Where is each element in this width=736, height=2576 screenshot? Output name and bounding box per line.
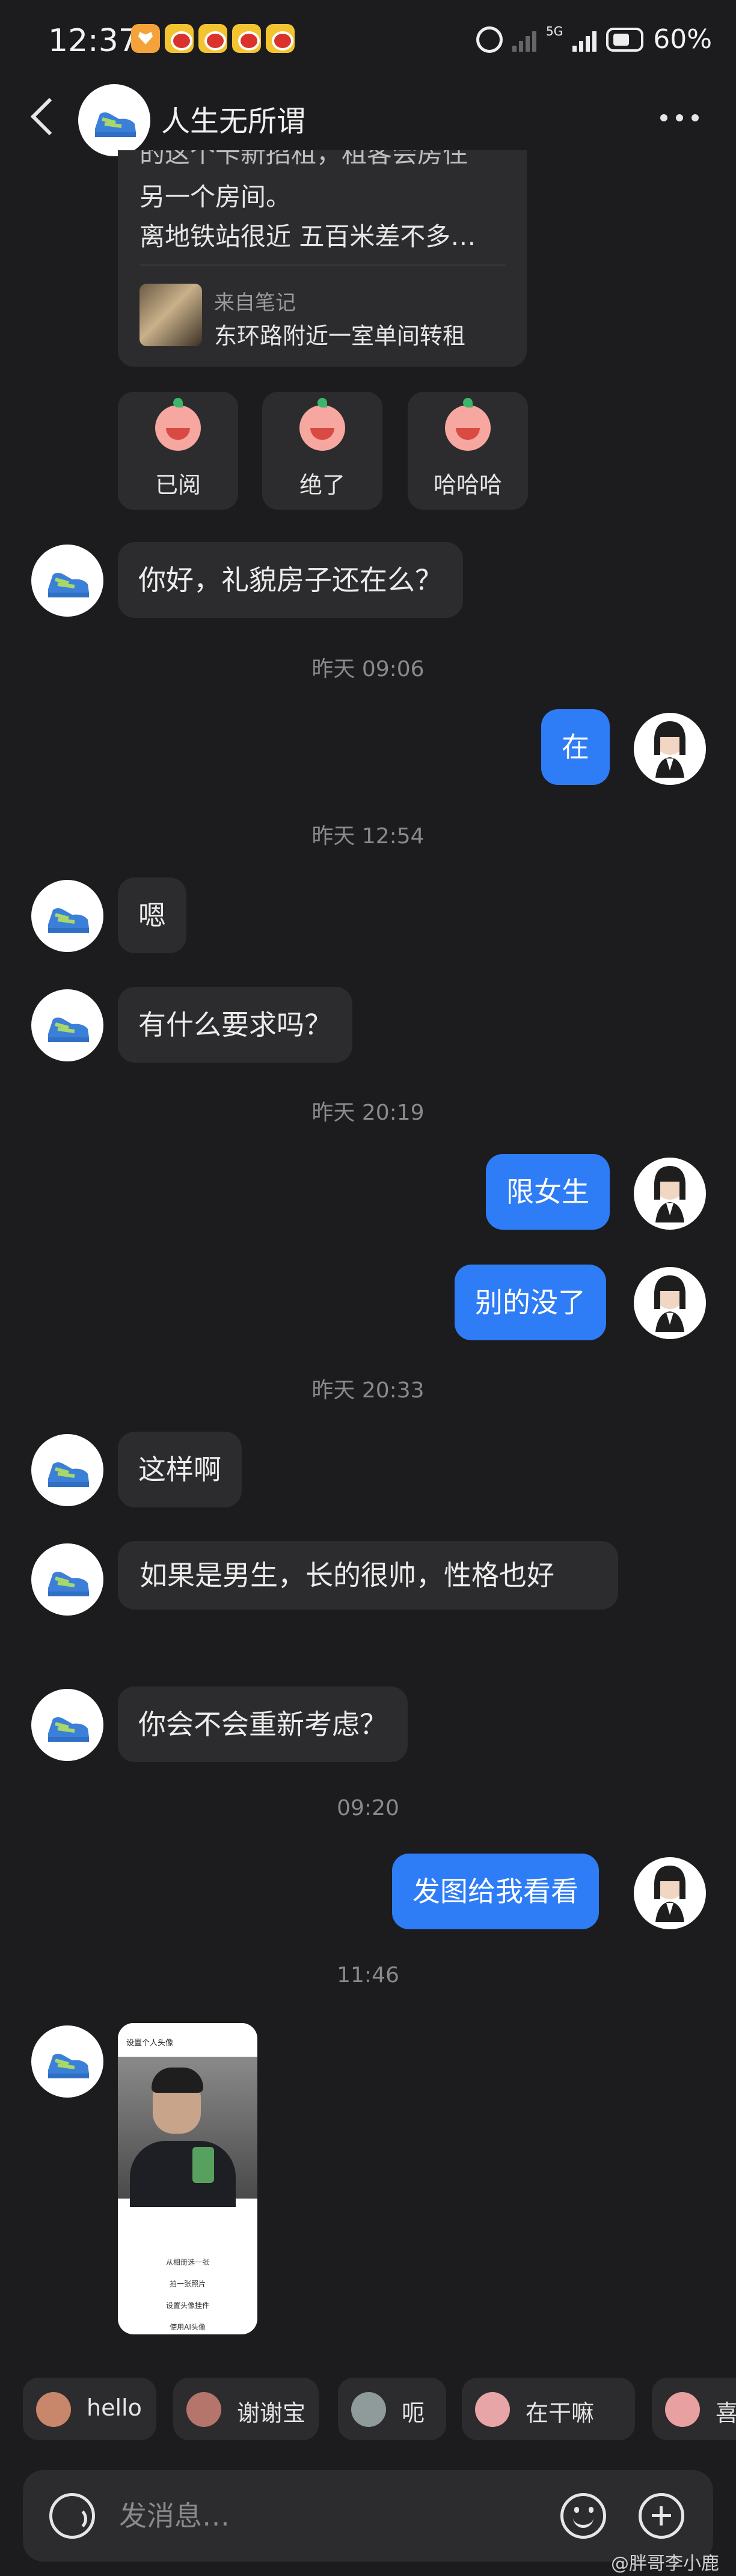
chat-header: 人生无所谓 [0,84,736,156]
status-time: 12:37 [48,23,138,59]
contact-avatar[interactable] [31,545,103,617]
quick-reply-what-doing[interactable]: 在干嘛 [462,2378,635,2440]
signal-icon [572,28,597,52]
user-avatar[interactable] [634,1158,706,1230]
weibo-icon [266,24,295,53]
contact-avatar[interactable] [31,989,103,1061]
weibo-icon [198,24,227,53]
message-timestamp: 昨天 09:06 [311,657,425,682]
quick-reply-label: hello [87,2394,142,2421]
quick-reply-label: 谢谢宝 [237,2400,306,2426]
battery-icon [606,27,644,52]
plus-icon[interactable] [639,2493,684,2539]
alarm-icon [476,26,503,53]
sticker-icon [475,2392,510,2427]
card-source: 来自笔记 [214,291,296,315]
screenshot-menu: 从相册选一张 拍一张照片 设置头像挂件 使用AI头像 [118,2251,257,2334]
peach-sticker-icon [445,398,491,451]
message-bubble-outgoing[interactable]: 限女生 [486,1154,610,1230]
contact-avatar[interactable] [31,2025,103,2098]
message-bubble-incoming[interactable]: 嗯 [118,877,186,953]
back-icon[interactable] [30,97,69,136]
contact-avatar[interactable] [31,1434,103,1506]
system-icons: 5G 60% [476,24,712,55]
message-bubble-incoming[interactable]: 你好，礼貌房子还在么？ [118,542,463,618]
screenshot-header: 设置个人头像 [118,2023,257,2057]
card-title: 东环路附近一室单间转租 [214,323,466,349]
quick-reply-label: 喜欢 [716,2400,736,2426]
peach-sticker-icon [155,398,201,451]
peach-sticker-icon [299,398,345,451]
message-bubble-outgoing[interactable]: 发图给我看看 [392,1854,599,1929]
signal-icon [512,28,536,52]
network-type: 5G [545,23,563,38]
shared-note-card[interactable]: 的这个卡新招租，租客会房住 另一个房间。 离地铁站很近 五百米差不多… 来自笔记… [118,150,527,367]
message-timestamp: 昨天 20:19 [311,1100,425,1125]
screenshot-menu-item: 设置头像挂件 [165,2301,209,2310]
contact-avatar[interactable] [31,1689,103,1761]
contact-avatar[interactable] [31,1543,103,1616]
sticker-icon [665,2392,700,2427]
notification-icons [131,24,295,53]
quick-reply-uh[interactable]: 呃 [338,2378,446,2440]
more-options-icon[interactable] [660,114,699,121]
reaction-awesome[interactable]: 绝了 [262,392,382,510]
card-text-line: 的这个卡新招租，租客会房住 [140,150,468,168]
reaction-read[interactable]: 已阅 [118,392,238,510]
profile-photo [118,2057,257,2207]
watermark: @胖哥李小鹿 [611,2553,719,2574]
quick-reply-like[interactable]: 喜欢 [652,2378,736,2440]
message-bubble-incoming[interactable]: 你会不会重新考虑？ [118,1686,408,1762]
reaction-label: 已阅 [155,472,201,498]
quick-reply-hello[interactable]: hello [23,2378,156,2440]
card-text-line: 另一个房间。 [140,182,292,212]
user-avatar[interactable] [634,1267,706,1339]
contact-avatar[interactable] [78,84,150,156]
sticker-icon [36,2392,71,2427]
message-timestamp: 09:20 [337,1796,399,1821]
heart-app-icon [131,24,160,53]
quick-reply-label: 呃 [402,2400,425,2426]
message-bubble-outgoing[interactable]: 在 [541,709,610,785]
message-timestamp: 昨天 12:54 [311,824,425,849]
contact-avatar[interactable] [31,880,103,952]
message-bubble-outgoing[interactable]: 别的没了 [455,1265,606,1340]
emoji-icon[interactable] [560,2493,606,2539]
status-bar: 12:37 5G 60% [0,0,736,84]
card-text-line: 离地铁站很近 五百米差不多… [140,222,476,251]
screenshot-menu-item: 拍一张照片 [169,2280,206,2288]
message-bubble-incoming[interactable]: 有什么要求吗？ [118,987,352,1063]
quick-reply-bar: hello 谢谢宝 呃 在干嘛 喜欢 [23,2378,736,2440]
sticker-icon [351,2392,386,2427]
quick-reply-label: 在干嘛 [526,2400,595,2426]
sticker-icon [186,2392,221,2427]
reaction-haha[interactable]: 哈哈哈 [408,392,528,510]
battery-level: 60% [653,24,712,55]
user-avatar[interactable] [634,713,706,785]
message-timestamp: 昨天 20:33 [311,1378,425,1403]
note-thumbnail [140,284,202,346]
message-input-bar [23,2470,713,2562]
message-timestamp: 11:46 [337,1963,399,1988]
image-message[interactable]: 设置个人头像 从相册选一张 拍一张照片 设置头像挂件 使用AI头像 [118,2023,257,2334]
chat-title: 人生无所谓 [161,105,306,138]
reaction-label: 绝了 [299,472,345,498]
divider [140,264,505,266]
voice-input-icon[interactable] [49,2493,95,2539]
weibo-icon [165,24,194,53]
message-bubble-incoming[interactable]: 如果是男生，长的很帅，性格也好 [118,1541,618,1610]
weibo-icon [232,24,261,53]
user-avatar[interactable] [634,1857,706,1929]
message-input[interactable] [119,2497,552,2535]
screenshot-menu-item: 使用AI头像 [170,2323,206,2331]
quick-reply-thanks[interactable]: 谢谢宝 [173,2378,319,2440]
screenshot-menu-item: 从相册选一张 [165,2258,209,2266]
reaction-label: 哈哈哈 [433,472,502,498]
message-bubble-incoming[interactable]: 这样啊 [118,1432,242,1507]
